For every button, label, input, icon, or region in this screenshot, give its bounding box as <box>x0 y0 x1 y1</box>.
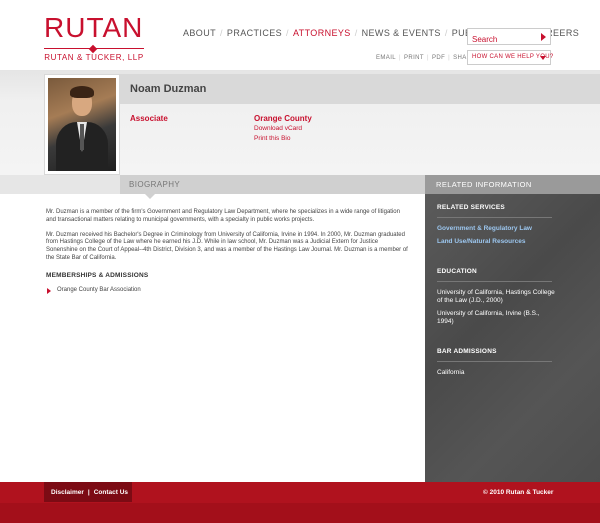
nav-separator: / <box>220 28 223 38</box>
education-heading: EDUCATION <box>437 268 477 275</box>
utility-separator: | <box>426 55 429 61</box>
related-info-heading: RELATED INFORMATION <box>436 180 532 189</box>
nav-separator: / <box>444 28 448 38</box>
sidebar-divider <box>437 217 552 218</box>
search-arrow-icon[interactable] <box>541 33 546 41</box>
nav-separator: / <box>286 28 289 38</box>
memberships-heading: MEMBERSHIPS & ADMISSIONS <box>46 272 149 279</box>
tab-pointer-icon <box>145 194 155 199</box>
bio-paragraph: Mr. Duzman received his Bachelor's Degre… <box>46 231 408 261</box>
search-input[interactable] <box>468 32 536 47</box>
print-bio-link[interactable]: Print this Bio <box>254 135 291 142</box>
attorney-photo <box>44 74 120 175</box>
sidebar-divider <box>437 361 552 362</box>
portrait-hair <box>70 86 94 98</box>
service-link-land-use[interactable]: Land Use/Natural Resources <box>437 238 526 245</box>
footer-links: Disclaimer | Contact Us <box>51 489 128 496</box>
utility-separator: | <box>448 55 451 61</box>
biography-content: Mr. Duzman is a member of the firm's Gov… <box>46 209 408 270</box>
education-item: University of California, Irvine (B.S., … <box>437 310 540 326</box>
contact-us-link[interactable]: Contact Us <box>94 489 128 496</box>
download-vcard-link[interactable]: Download vCard <box>254 125 302 132</box>
page: RUTAN RUTAN & TUCKER, LLP ABOUT / PRACTICE… <box>0 0 600 523</box>
footer-separator: | <box>87 489 90 496</box>
bar-admission-item: California <box>437 369 465 376</box>
nav-about[interactable]: ABOUT <box>183 28 216 38</box>
biography-heading: BIOGRAPHY <box>129 180 181 189</box>
utility-pdf[interactable]: PDF <box>432 55 445 61</box>
related-services-heading: RELATED SERVICES <box>437 204 505 211</box>
utility-links: EMAIL | PRINT | PDF | SHARE <box>376 55 476 61</box>
bio-paragraph: Mr. Duzman is a member of the firm's Gov… <box>46 209 400 223</box>
nav-separator: / <box>354 28 358 38</box>
bullet-arrow-icon <box>47 288 51 294</box>
disclaimer-link[interactable]: Disclaimer <box>51 489 84 496</box>
footer-lower-band <box>0 503 600 523</box>
service-link-government[interactable]: Government & Regulatory Law <box>437 225 532 232</box>
education-item: University of California, Hastings Colle… <box>437 289 555 305</box>
rutan-logo[interactable]: RUTAN RUTAN & TUCKER, LLP <box>44 14 144 62</box>
bar-admissions-heading: BAR ADMISSIONS <box>437 348 497 355</box>
help-dropdown[interactable]: HOW CAN WE HELP YOU? <box>467 50 553 65</box>
membership-item: Orange County Bar Association <box>57 287 141 293</box>
attorney-title: Associate <box>130 114 168 123</box>
portrait-image <box>48 78 116 171</box>
utility-print[interactable]: PRINT <box>404 55 424 61</box>
utility-email[interactable]: EMAIL <box>376 55 396 61</box>
chevron-down-icon <box>540 56 546 60</box>
logo-wordmark: RUTAN <box>44 12 144 43</box>
nav-practices[interactable]: PRACTICES <box>227 28 282 38</box>
logo-diamond-icon <box>88 44 98 54</box>
utility-separator: | <box>399 55 401 61</box>
attorney-name: Noam Duzman <box>130 83 207 95</box>
search-box <box>467 28 551 47</box>
logo-subtitle-text: RUTAN & TUCKER, LLP <box>44 53 144 62</box>
nav-attorneys[interactable]: ATTORNEYS <box>293 28 351 38</box>
logo-subtitle: RUTAN & TUCKER, LLP <box>44 44 144 62</box>
nav-news-events[interactable]: NEWS & EVENTS <box>362 28 441 38</box>
portrait-tie <box>80 124 84 150</box>
sidebar-divider <box>437 281 552 282</box>
attorney-office[interactable]: Orange County <box>254 114 312 123</box>
copyright-text: © 2010 Rutan & Tucker <box>483 489 554 496</box>
site-header: RUTAN RUTAN & TUCKER, LLP ABOUT / PRACTICE… <box>0 0 600 70</box>
